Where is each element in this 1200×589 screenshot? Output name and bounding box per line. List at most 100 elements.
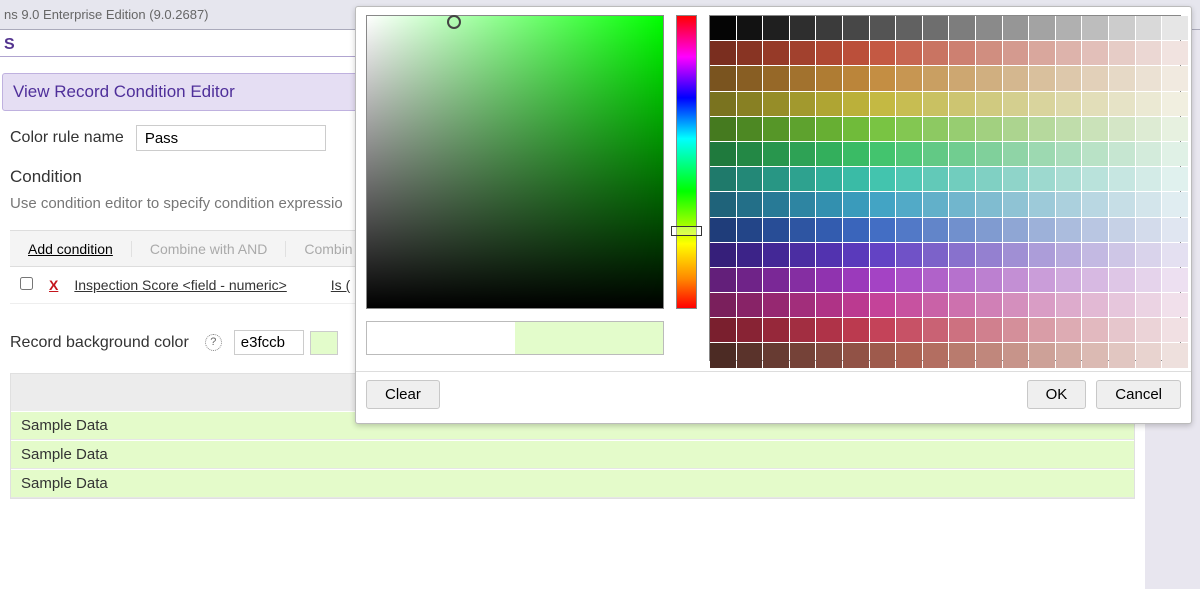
palette-cell[interactable] — [816, 343, 842, 367]
palette-cell[interactable] — [843, 192, 869, 216]
palette-cell[interactable] — [1082, 192, 1108, 216]
palette-cell[interactable] — [976, 318, 1002, 342]
palette-cell[interactable] — [710, 343, 736, 367]
palette-cell[interactable] — [1029, 117, 1055, 141]
palette-cell[interactable] — [790, 66, 816, 90]
palette-cell[interactable] — [816, 293, 842, 317]
palette-cell[interactable] — [923, 293, 949, 317]
palette-cell[interactable] — [763, 16, 789, 40]
palette-cell[interactable] — [870, 318, 896, 342]
palette-cell[interactable] — [923, 16, 949, 40]
palette-cell[interactable] — [976, 92, 1002, 116]
palette-cell[interactable] — [843, 218, 869, 242]
palette-cell[interactable] — [1109, 218, 1135, 242]
palette-cell[interactable] — [816, 16, 842, 40]
palette-cell[interactable] — [896, 66, 922, 90]
palette-cell[interactable] — [949, 41, 975, 65]
palette-cell[interactable] — [1056, 117, 1082, 141]
palette-cell[interactable] — [896, 142, 922, 166]
palette-cell[interactable] — [1136, 343, 1162, 367]
palette-cell[interactable] — [1136, 66, 1162, 90]
palette-cell[interactable] — [843, 16, 869, 40]
palette-cell[interactable] — [763, 192, 789, 216]
palette-cell[interactable] — [737, 243, 763, 267]
palette-cell[interactable] — [1109, 92, 1135, 116]
palette-cell[interactable] — [737, 92, 763, 116]
palette-cell[interactable] — [870, 268, 896, 292]
palette-cell[interactable] — [923, 192, 949, 216]
palette-cell[interactable] — [1082, 117, 1108, 141]
palette-cell[interactable] — [790, 218, 816, 242]
palette-cell[interactable] — [896, 167, 922, 191]
palette-cell[interactable] — [737, 142, 763, 166]
saturation-value-panel[interactable] — [366, 15, 664, 309]
palette-cell[interactable] — [790, 167, 816, 191]
palette-cell[interactable] — [843, 243, 869, 267]
palette-cell[interactable] — [1109, 167, 1135, 191]
palette-cell[interactable] — [1029, 218, 1055, 242]
palette-cell[interactable] — [870, 16, 896, 40]
palette-cell[interactable] — [976, 117, 1002, 141]
palette-cell[interactable] — [816, 243, 842, 267]
palette-cell[interactable] — [1136, 218, 1162, 242]
rule-name-input[interactable] — [136, 125, 326, 151]
palette-cell[interactable] — [1003, 318, 1029, 342]
bg-color-input[interactable] — [234, 330, 304, 355]
palette-cell[interactable] — [763, 41, 789, 65]
palette-cell[interactable] — [1056, 92, 1082, 116]
palette-cell[interactable] — [1082, 293, 1108, 317]
palette-cell[interactable] — [1029, 268, 1055, 292]
palette-cell[interactable] — [790, 192, 816, 216]
palette-cell[interactable] — [1082, 92, 1108, 116]
palette-cell[interactable] — [737, 41, 763, 65]
palette-cell[interactable] — [870, 66, 896, 90]
palette-cell[interactable] — [763, 318, 789, 342]
palette-cell[interactable] — [976, 16, 1002, 40]
palette-cell[interactable] — [1109, 41, 1135, 65]
help-icon[interactable]: ? — [205, 334, 222, 351]
palette-cell[interactable] — [1029, 192, 1055, 216]
palette-cell[interactable] — [737, 218, 763, 242]
palette-cell[interactable] — [1162, 16, 1188, 40]
palette-cell[interactable] — [790, 142, 816, 166]
palette-cell[interactable] — [870, 243, 896, 267]
palette-cell[interactable] — [896, 318, 922, 342]
palette-cell[interactable] — [843, 268, 869, 292]
palette-cell[interactable] — [1109, 66, 1135, 90]
palette-cell[interactable] — [1003, 66, 1029, 90]
palette-cell[interactable] — [1162, 142, 1188, 166]
palette-cell[interactable] — [1056, 142, 1082, 166]
palette-cell[interactable] — [1056, 268, 1082, 292]
palette-cell[interactable] — [870, 167, 896, 191]
palette-cell[interactable] — [1056, 243, 1082, 267]
palette-cell[interactable] — [710, 16, 736, 40]
palette-cell[interactable] — [923, 41, 949, 65]
palette-cell[interactable] — [1056, 192, 1082, 216]
palette-cell[interactable] — [896, 92, 922, 116]
palette-cell[interactable] — [763, 142, 789, 166]
palette-cell[interactable] — [1082, 142, 1108, 166]
palette-cell[interactable] — [1136, 167, 1162, 191]
palette-cell[interactable] — [870, 293, 896, 317]
palette-cell[interactable] — [790, 318, 816, 342]
palette-cell[interactable] — [790, 41, 816, 65]
palette-cell[interactable] — [763, 218, 789, 242]
palette-cell[interactable] — [976, 218, 1002, 242]
palette-cell[interactable] — [1056, 16, 1082, 40]
palette-cell[interactable] — [710, 293, 736, 317]
palette-cell[interactable] — [1082, 343, 1108, 367]
palette-cell[interactable] — [816, 318, 842, 342]
palette-cell[interactable] — [1056, 66, 1082, 90]
palette-cell[interactable] — [1003, 142, 1029, 166]
palette-cell[interactable] — [1109, 268, 1135, 292]
palette-cell[interactable] — [1136, 293, 1162, 317]
palette-cell[interactable] — [763, 117, 789, 141]
palette-cell[interactable] — [710, 117, 736, 141]
palette-cell[interactable] — [1109, 142, 1135, 166]
palette-cell[interactable] — [1003, 92, 1029, 116]
palette-cell[interactable] — [976, 167, 1002, 191]
palette-cell[interactable] — [949, 343, 975, 367]
palette-cell[interactable] — [737, 318, 763, 342]
palette-cell[interactable] — [949, 142, 975, 166]
palette-cell[interactable] — [710, 142, 736, 166]
